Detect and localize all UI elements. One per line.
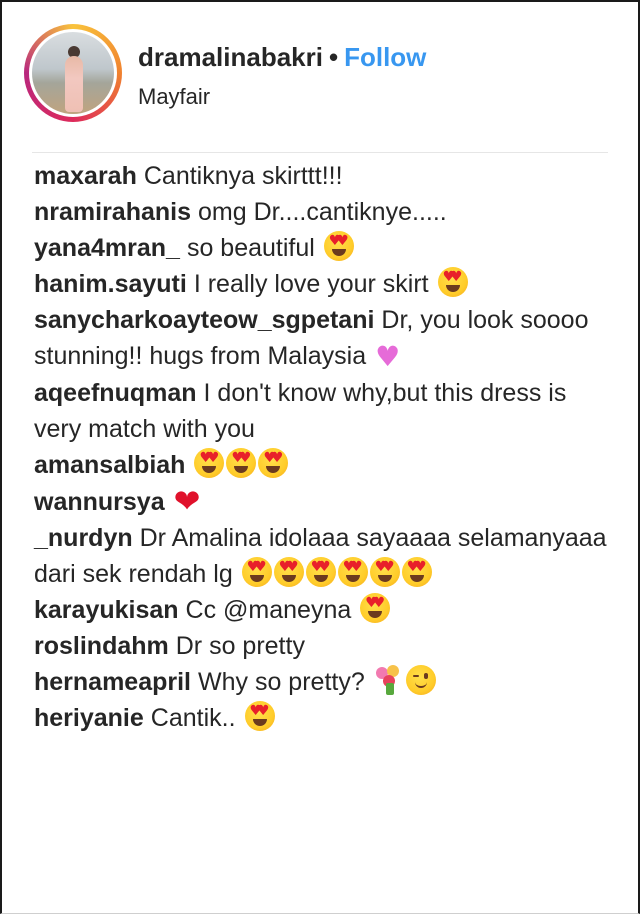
heart-eyes-emoji-icon: [337, 557, 368, 587]
comment-text: I really love your skirt: [193, 270, 429, 298]
comment-username-link[interactable]: roslindahm: [34, 632, 169, 660]
comment-username-link[interactable]: amansalbiah: [34, 451, 185, 479]
comment-text: Dr so pretty: [175, 632, 305, 660]
red-heart-emoji-icon: ❤: [173, 482, 201, 520]
comment-item: maxarah Cantiknya skirttt!!!: [34, 158, 618, 194]
comment-item: heriyanie Cantik..: [34, 700, 618, 736]
location-link[interactable]: Mayfair: [138, 84, 210, 110]
comment-item: sanycharkoayteow_sgpetani Dr, you look so…: [34, 302, 618, 375]
avatar-frame: [29, 29, 117, 117]
post-header: dramalinabakri • Follow Mayfair: [24, 24, 608, 134]
comment-item: aqeefnuqman I don't know why,but this dre…: [34, 375, 618, 447]
comment-username-link[interactable]: _nurdyn: [34, 524, 133, 552]
comment-item: yana4mran_ so beautiful: [34, 230, 618, 266]
bouquet-emoji-icon: [374, 665, 404, 695]
comment-username-link[interactable]: maxarah: [34, 162, 137, 190]
comment-item: wannursya ❤: [34, 483, 618, 520]
comment-username-link[interactable]: hanim.sayuti: [34, 270, 187, 298]
heart-eyes-emoji-icon: [369, 557, 400, 587]
heart-eyes-emoji-icon: [305, 557, 336, 587]
post-panel: dramalinabakri • Follow Mayfair maxarah Can…: [0, 0, 640, 914]
heart-eyes-emoji-icon: [323, 231, 354, 261]
comment-item: roslindahm Dr so pretty: [34, 628, 618, 664]
heart-eyes-emoji-icon: [194, 448, 225, 478]
divider: [32, 152, 608, 153]
comment-username-link[interactable]: nramirahanis: [34, 198, 191, 226]
comment-text: Cantik..: [150, 704, 236, 732]
comment-text: Cantiknya skirttt!!!: [143, 162, 343, 190]
comment-item: hernameapril Why so pretty?: [34, 664, 618, 700]
comment-text: Cc @maneyna: [185, 596, 352, 624]
comment-username-link[interactable]: aqeefnuqman: [34, 379, 197, 407]
comment-text: Why so pretty?: [198, 668, 365, 696]
separator-dot: •: [328, 42, 339, 72]
heart-eyes-emoji-icon: [244, 701, 275, 731]
comment-text: omg Dr....cantiknye.....: [198, 198, 447, 226]
avatar-photo: [32, 32, 114, 114]
sparkling-heart-emoji-icon: ♥: [375, 340, 401, 373]
heart-eyes-emoji-icon: [360, 593, 391, 623]
comment-item: _nurdyn Dr Amalina idolaaa sayaaaa selama…: [34, 520, 618, 592]
comment-username-link[interactable]: yana4mran_: [34, 234, 180, 262]
winking-face-emoji-icon: [405, 665, 436, 695]
comment-item: nramirahanis omg Dr....cantiknye.....: [34, 194, 618, 230]
comment-username-link[interactable]: hernameapril: [34, 668, 191, 696]
heart-eyes-emoji-icon: [226, 448, 257, 478]
comment-text: so beautiful: [186, 234, 315, 262]
heart-eyes-emoji-icon: [401, 557, 432, 587]
comment-list: maxarah Cantiknya skirttt!!! nramirahanis…: [34, 158, 618, 736]
heart-eyes-emoji-icon: [437, 267, 468, 297]
heart-eyes-emoji-icon: [273, 557, 304, 587]
comment-item: karayukisan Cc @maneyna: [34, 592, 618, 628]
username-line: dramalinabakri • Follow: [138, 42, 426, 73]
avatar[interactable]: [24, 24, 122, 122]
comment-username-link[interactable]: sanycharkoayteow_sgpetani: [34, 306, 374, 334]
comment-item: amansalbiah: [34, 447, 618, 483]
comment-username-link[interactable]: karayukisan: [34, 596, 179, 624]
comment-username-link[interactable]: heriyanie: [34, 704, 144, 732]
username-link[interactable]: dramalinabakri: [138, 42, 323, 72]
comment-username-link[interactable]: wannursya: [34, 488, 165, 516]
comment-item: hanim.sayuti I really love your skirt: [34, 266, 618, 302]
heart-eyes-emoji-icon: [241, 557, 272, 587]
follow-button[interactable]: Follow: [344, 42, 426, 72]
heart-eyes-emoji-icon: [258, 448, 289, 478]
avatar-figure-dress: [65, 56, 83, 112]
